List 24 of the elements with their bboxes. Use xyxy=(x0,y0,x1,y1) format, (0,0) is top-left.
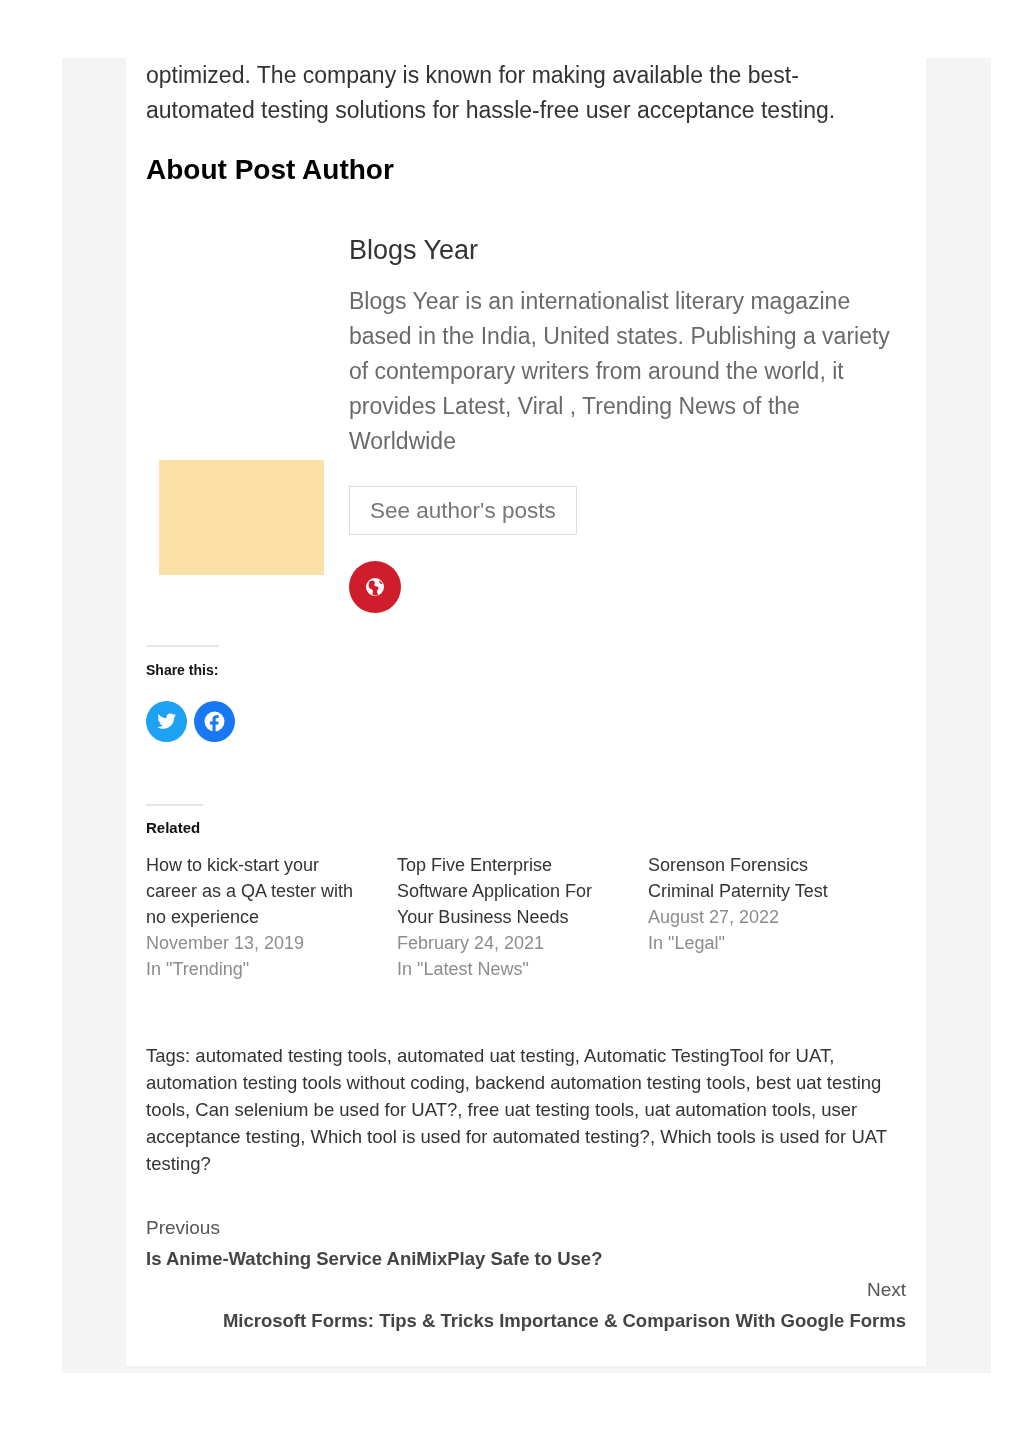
share-heading: Share this: xyxy=(146,661,220,680)
previous-label: Previous xyxy=(146,1216,220,1240)
article-paragraph: optimized. The company is known for making available the best-automated testing solutions for hassle-free user acceptance testing. xyxy=(146,61,837,125)
globe-icon[interactable] xyxy=(349,561,401,613)
related-post-category: In "Trending" xyxy=(146,958,250,981)
previous-post-link[interactable]: Is Anime-Watching Service AniMixPlay Safe to Use? xyxy=(146,1243,603,1274)
related-post-date: November 13, 2019 xyxy=(146,932,305,955)
bird-icon[interactable] xyxy=(146,701,187,742)
related-post-link[interactable]: Sorenson Forensics Criminal Paternity Test xyxy=(648,852,874,904)
author-name: Blogs Year xyxy=(349,234,479,267)
related-post-link[interactable]: Top Five Enterprise Software Application For Your Business Needs xyxy=(397,852,623,930)
tags-list: Tags: automated testing tools, automated uat testing, Automatic TestingTool for UAT, automation testing tools without coding, backend automation testing tools, best uat testing tools, Can selenium be used for UAT?, free uat testing tools, uat automation tools, user acceptance testing, Which tool is used for automated testing?, Which tools is used for UAT testing? xyxy=(146,1042,906,1177)
author-posts-button[interactable]: See author's posts xyxy=(349,486,577,535)
section-heading: About Post Author xyxy=(146,153,395,187)
related-post-link[interactable]: How to kick-start your career as a QA tester with no experience xyxy=(146,852,372,930)
related-post-date: February 24, 2021 xyxy=(397,932,545,955)
related-post-date: August 27, 2022 xyxy=(648,906,780,929)
related-post-category: In "Latest News" xyxy=(397,958,529,981)
related-heading: Related xyxy=(146,818,202,838)
next-label: Next xyxy=(866,1278,906,1302)
related-post-category: In "Legal" xyxy=(648,932,725,955)
author-bio: Blogs Year is an internationalist literary magazine based in the India, United states. Publishing a variety of contemporary writers from around the world, it provides Latest, Viral , Trending News of the Worldwide xyxy=(349,287,891,456)
next-post-link[interactable]: Microsoft Forms: Tips & Tricks Importance & Comparison With Google Forms xyxy=(222,1305,906,1336)
facebook-icon[interactable] xyxy=(194,701,235,742)
